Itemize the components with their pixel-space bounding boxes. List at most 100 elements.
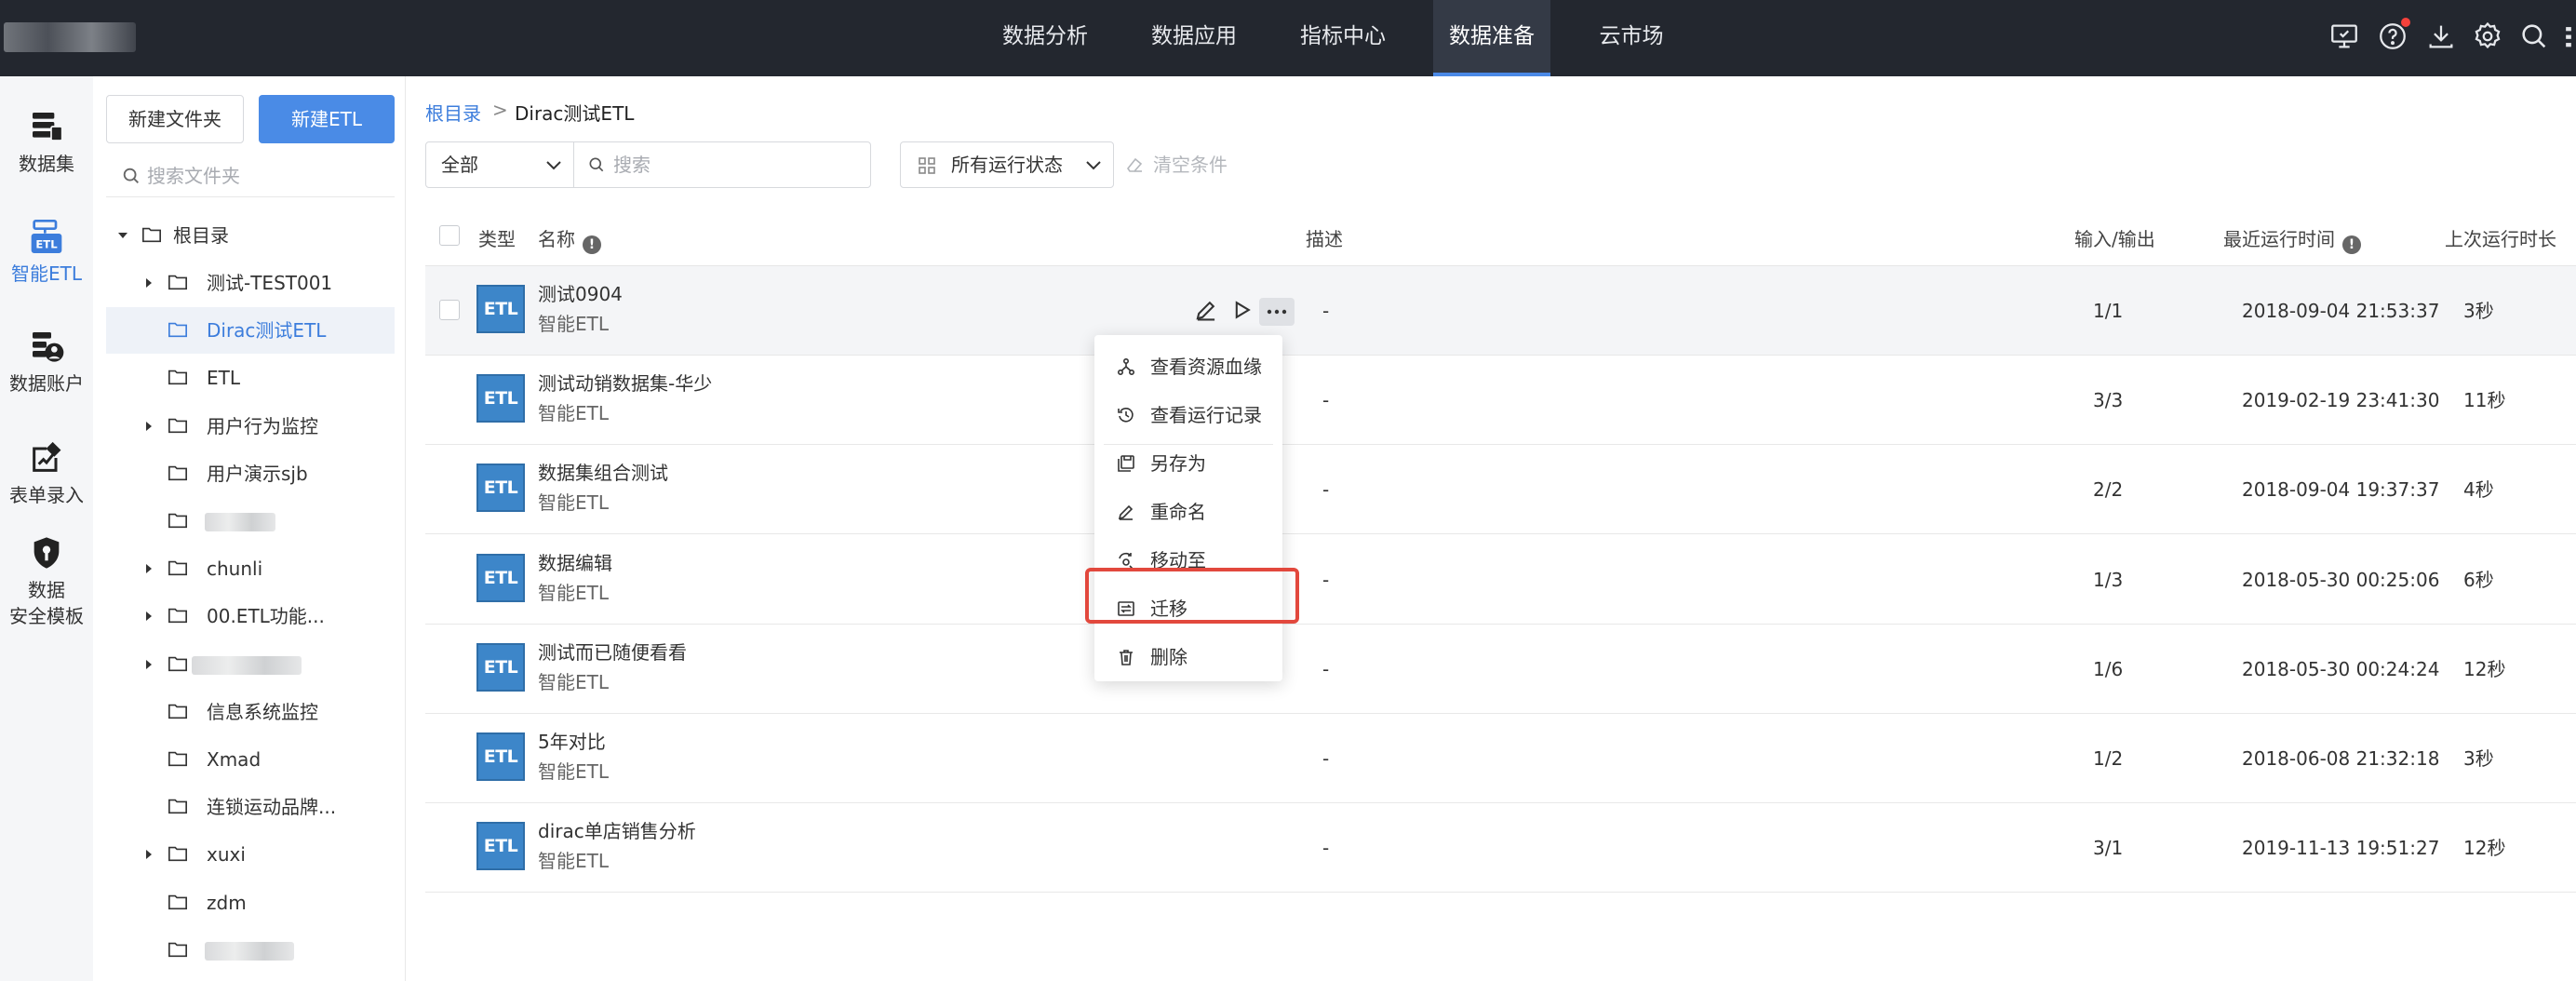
select-all-checkbox[interactable] xyxy=(439,225,460,246)
caret-right-icon[interactable] xyxy=(143,658,154,671)
tree-folder-item[interactable]: 测试-TEST001 xyxy=(106,260,395,306)
rail-item-security-template[interactable]: 数据 安全模板 xyxy=(0,534,93,629)
caret-right-icon[interactable] xyxy=(143,420,154,433)
folder-icon xyxy=(168,560,187,576)
tree-folder-item[interactable] xyxy=(106,927,395,974)
nav-data-application[interactable]: 数据应用 xyxy=(1135,0,1253,76)
column-header-last-duration: 上次运行时长 xyxy=(2445,228,2556,250)
download-icon[interactable] xyxy=(2425,20,2457,52)
table-row[interactable]: ETL 数据集组合测试 智能ETL - 2/2 2018-09-04 19:37:37 4秒 xyxy=(425,445,2576,535)
menu-item-label: 查看运行记录 xyxy=(1150,404,1262,426)
folder-icon xyxy=(142,227,161,243)
menu-item-delete[interactable]: 删除 xyxy=(1094,633,1282,681)
table-row[interactable]: ETL dirac单店销售分析 智能ETL - 3/1 2019-11-13 19:51:… xyxy=(425,803,2576,894)
table-row[interactable]: ETL 5年对比 智能ETL - 1/2 2018-06-08 21:32:18 3秒 xyxy=(425,714,2576,803)
row-last-run-time: 2019-11-13 19:51:27 xyxy=(2242,837,2440,860)
column-header-name[interactable]: 名称! xyxy=(538,225,601,254)
tree-folder-item[interactable]: xuxi xyxy=(106,831,395,878)
row-name[interactable]: dirac单店销售分析 xyxy=(538,818,696,844)
info-icon[interactable]: ! xyxy=(2342,235,2361,254)
tree-folder-item[interactable]: 00.ETL功能... xyxy=(106,593,395,639)
rail-item-smart-etl[interactable]: ETL 智能ETL xyxy=(0,218,93,287)
caret-right-icon[interactable] xyxy=(143,610,154,623)
type-select[interactable]: 全部 xyxy=(425,141,574,188)
tree-folder-item[interactable]: 用户演示sjb xyxy=(106,450,395,497)
row-type-label: 智能ETL xyxy=(538,313,609,335)
tree-folder-item[interactable]: ETL xyxy=(106,355,395,401)
row-name[interactable]: 数据编辑 xyxy=(538,550,612,576)
nav-data-analysis[interactable]: 数据分析 xyxy=(986,0,1104,76)
rail-item-dataset[interactable]: 数据集 xyxy=(0,108,93,177)
tree-folder-item[interactable]: 用户行为监控 xyxy=(106,403,395,450)
table-row[interactable]: ETL 测试动销数据集-华少 智能ETL - 3/3 2019-02-19 23:41:3… xyxy=(425,356,2576,446)
nav-metric-center[interactable]: 指标中心 xyxy=(1284,0,1402,76)
tree-folder-item[interactable]: Dirac测试ETL xyxy=(106,307,395,355)
rail-item-form-entry[interactable]: 表单录入 xyxy=(0,439,93,508)
tree-folder-item[interactable]: chunli xyxy=(106,545,395,592)
folder-icon xyxy=(168,609,187,624)
row-name[interactable]: 数据集组合测试 xyxy=(538,460,668,486)
column-header-last-run-time[interactable]: 最近运行时间! xyxy=(2223,225,2361,254)
row-checkbox[interactable] xyxy=(439,300,460,320)
search-icon[interactable] xyxy=(2518,20,2550,52)
new-folder-button[interactable]: 新建文件夹 xyxy=(106,95,244,143)
tree-folder-item[interactable] xyxy=(106,498,395,544)
table-row[interactable]: ETL 测试0904 智能ETL - 1/1 2018-09-04 21:53:37 3秒 xyxy=(425,266,2576,356)
menu-item-view-run-history[interactable]: 查看运行记录 xyxy=(1094,391,1282,439)
more-menu-icon[interactable] xyxy=(2561,20,2576,52)
etl-search-input[interactable] xyxy=(613,150,855,180)
row-name[interactable]: 测试0904 xyxy=(538,281,623,307)
row-last-duration: 12秒 xyxy=(2463,837,2506,860)
clear-filters-button[interactable]: 清空条件 xyxy=(1125,141,1228,188)
breadcrumb-current: Dirac测试ETL xyxy=(515,102,635,125)
row-name[interactable]: 测试而已随便看看 xyxy=(538,639,687,665)
folder-search xyxy=(106,155,395,197)
etl-type-icon: ETL xyxy=(476,732,525,781)
rail-item-data-account[interactable]: 数据账户 xyxy=(0,328,93,396)
rail-item-label: 表单录入 xyxy=(9,484,84,506)
folder-icon xyxy=(168,942,187,957)
row-input-output: 1/2 xyxy=(2093,747,2124,770)
tree-folder-label: 用户演示sjb xyxy=(207,462,308,485)
new-etl-button[interactable]: 新建ETL xyxy=(259,95,395,143)
table-row[interactable]: ETL 数据编辑 智能ETL - 1/3 2018-05-30 00:25:06 6秒 xyxy=(425,535,2576,625)
tree-folder-item[interactable]: 连锁运动品牌... xyxy=(106,784,395,830)
tree-folder-item[interactable] xyxy=(106,641,395,688)
tree-root[interactable]: 根目录 xyxy=(106,212,395,259)
caret-right-icon[interactable] xyxy=(143,848,154,861)
run-status-select[interactable]: 所有运行状态 xyxy=(900,141,1114,188)
nav-cloud-market[interactable]: 云市场 xyxy=(1573,0,1690,76)
row-last-run-time: 2018-09-04 19:37:37 xyxy=(2242,478,2440,502)
settings-icon[interactable] xyxy=(2472,20,2503,52)
menu-item-save-as[interactable]: 另存为 xyxy=(1094,439,1282,488)
edit-icon[interactable] xyxy=(1194,298,1218,322)
row-description: - xyxy=(1322,657,1330,680)
caret-right-icon[interactable] xyxy=(143,562,154,575)
help-icon[interactable] xyxy=(2377,18,2410,52)
rail-item-label-line2: 安全模板 xyxy=(9,605,84,627)
column-header-name-label: 名称 xyxy=(538,228,575,250)
caret-right-icon[interactable] xyxy=(143,276,154,289)
nav-data-preparation[interactable]: 数据准备 xyxy=(1433,0,1550,76)
info-icon[interactable]: ! xyxy=(583,235,601,254)
row-name[interactable]: 测试动销数据集-华少 xyxy=(538,370,712,396)
row-name[interactable]: 5年对比 xyxy=(538,729,606,755)
tree-folder-item[interactable]: Xmad xyxy=(106,736,395,783)
breadcrumb-root[interactable]: 根目录 xyxy=(425,99,481,126)
more-actions-button[interactable] xyxy=(1259,298,1295,326)
tree-folder-item[interactable]: 信息系统监控 xyxy=(106,689,395,735)
folder-search-input[interactable] xyxy=(147,160,380,192)
tree-folder-item[interactable]: zdm xyxy=(106,880,395,926)
row-description: - xyxy=(1322,747,1330,770)
caret-down-icon[interactable] xyxy=(117,229,128,242)
row-last-run-time: 2019-02-19 23:41:30 xyxy=(2242,389,2440,412)
menu-item-view-lineage[interactable]: 查看资源血缘 xyxy=(1094,343,1282,391)
table-row[interactable]: ETL 测试而已随便看看 智能ETL - 1/6 2018-05-30 00:24:24 1… xyxy=(425,625,2576,714)
clear-filters-label: 清空条件 xyxy=(1153,154,1228,176)
menu-item-rename[interactable]: 重命名 xyxy=(1094,488,1282,536)
run-status-value: 所有运行状态 xyxy=(951,154,1063,176)
monitor-icon[interactable] xyxy=(2328,20,2360,52)
run-icon[interactable] xyxy=(1229,298,1254,322)
product-logo[interactable] xyxy=(4,22,136,52)
move-icon xyxy=(1119,552,1134,570)
